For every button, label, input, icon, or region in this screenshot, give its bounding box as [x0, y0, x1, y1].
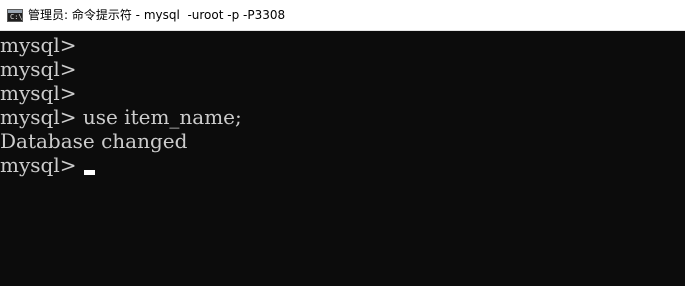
console-line: mysql>	[0, 81, 77, 105]
console-prompt: mysql>	[0, 153, 83, 177]
window-title: 管理员: 命令提示符 - mysql -uroot -p -P3308	[28, 8, 286, 22]
console-input-line[interactable]: mysql>	[0, 153, 685, 177]
console-output[interactable]: mysql> mysql> mysql> mysql> use item_nam…	[0, 31, 685, 286]
console-line: mysql>	[0, 57, 77, 81]
title-bar[interactable]: C:\ 管理员: 命令提示符 - mysql -uroot -p -P3308	[0, 0, 685, 31]
cmd-icon[interactable]: C:\	[7, 9, 23, 22]
console-line: Database changed	[0, 129, 188, 153]
console-line: mysql> use item_name;	[0, 105, 242, 129]
text-cursor	[83, 170, 95, 175]
console-line: mysql>	[0, 33, 77, 57]
cmd-window: C:\ 管理员: 命令提示符 - mysql -uroot -p -P3308 …	[0, 0, 685, 286]
